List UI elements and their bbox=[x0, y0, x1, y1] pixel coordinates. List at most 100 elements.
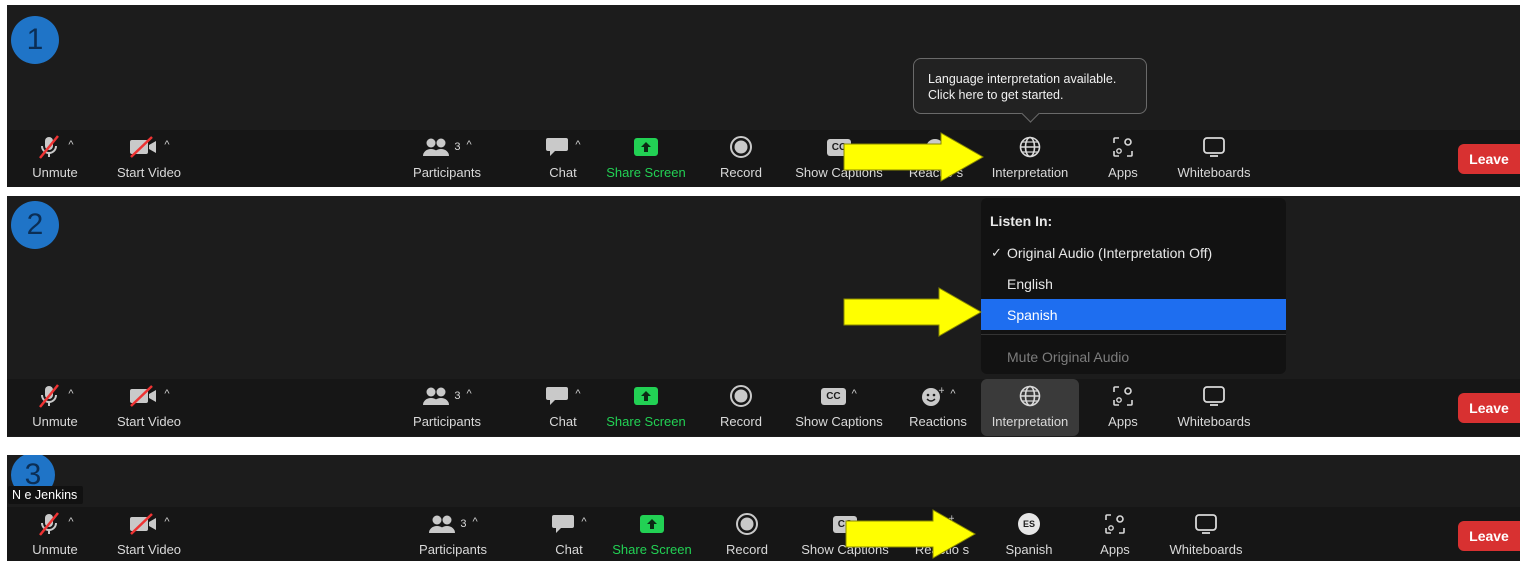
listen-in-header: Listen In: bbox=[990, 213, 1053, 229]
listen-in-menu: Listen In: ✓ Original Audio (Interpretat… bbox=[981, 198, 1286, 374]
apps-icon bbox=[1105, 514, 1125, 534]
leave-button[interactable]: Leave bbox=[1458, 521, 1520, 551]
whiteboards-button[interactable]: Whiteboards bbox=[1173, 379, 1255, 436]
apps-button[interactable]: Apps bbox=[1095, 507, 1135, 561]
start-video-label: Start Video bbox=[116, 165, 182, 180]
interpretation-label: Interpretation bbox=[991, 414, 1069, 429]
menu-divider bbox=[981, 334, 1286, 335]
chat-button[interactable]: ^ Chat bbox=[533, 379, 593, 436]
spanish-channel-button[interactable]: ES Spanish bbox=[999, 507, 1059, 561]
video-off-icon bbox=[130, 513, 157, 535]
record-icon bbox=[730, 136, 752, 158]
reactions-label: Reactions bbox=[909, 414, 967, 429]
chevron-up-icon[interactable]: ^ bbox=[164, 516, 169, 528]
record-button[interactable]: Record bbox=[715, 379, 767, 436]
unmute-button[interactable]: ^ Unmute bbox=[27, 379, 83, 436]
interpretation-label: Interpretation bbox=[991, 165, 1069, 180]
share-screen-label: Share Screen bbox=[606, 414, 686, 429]
chevron-up-icon[interactable]: ^ bbox=[575, 388, 580, 400]
step-3-panel: 3 N e Jenkins ^ Unmute ^ Start Video 3 ^… bbox=[7, 455, 1520, 561]
whiteboards-label: Whiteboards bbox=[1177, 165, 1251, 180]
interpretation-tooltip[interactable]: Language interpretation available. Click… bbox=[913, 58, 1147, 114]
share-screen-button[interactable]: Share Screen bbox=[609, 507, 695, 561]
record-button[interactable]: Record bbox=[721, 507, 773, 561]
menu-item-label: Mute Original Audio bbox=[1007, 348, 1130, 365]
interpretation-button[interactable]: Interpretation bbox=[981, 379, 1079, 436]
share-screen-button[interactable]: Share Screen bbox=[603, 130, 689, 187]
whiteboards-label: Whiteboards bbox=[1169, 542, 1243, 557]
chevron-up-icon[interactable]: ^ bbox=[164, 139, 169, 151]
reactions-button[interactable]: + ^ Reactions bbox=[905, 379, 971, 436]
chevron-up-icon[interactable]: ^ bbox=[466, 139, 471, 151]
tooltip-line-1: Language interpretation available. bbox=[928, 72, 1117, 86]
chat-icon bbox=[546, 387, 569, 405]
globe-icon bbox=[1019, 385, 1041, 407]
reactions-icon: + bbox=[922, 386, 944, 406]
chat-icon bbox=[546, 138, 569, 156]
leave-button[interactable]: Leave bbox=[1458, 144, 1520, 174]
apps-label: Apps bbox=[1100, 542, 1130, 557]
meeting-toolbar: ^ Unmute ^ Start Video 3 ^ Participants … bbox=[7, 507, 1520, 561]
meeting-toolbar: ^ Unmute ^ Start Video 3 ^ Participants … bbox=[7, 379, 1520, 436]
svg-text:+: + bbox=[938, 386, 944, 396]
check-icon: ✓ bbox=[991, 244, 1002, 260]
participants-button[interactable]: 3 ^ Participants bbox=[407, 130, 487, 187]
step-badge-1: 1 bbox=[11, 16, 59, 64]
menu-item-mute-original-audio[interactable]: Mute Original Audio bbox=[981, 341, 1286, 372]
interpretation-button[interactable]: Interpretation bbox=[985, 130, 1075, 187]
video-off-icon bbox=[130, 136, 157, 158]
chevron-up-icon[interactable]: ^ bbox=[581, 516, 586, 528]
video-off-icon bbox=[130, 385, 157, 407]
chevron-up-icon[interactable]: ^ bbox=[466, 388, 471, 400]
chat-label: Chat bbox=[555, 542, 583, 557]
chevron-up-icon[interactable]: ^ bbox=[68, 516, 73, 528]
show-captions-button[interactable]: CC ^ Show Captions bbox=[793, 379, 885, 436]
menu-item-original-audio[interactable]: ✓ Original Audio (Interpretation Off) bbox=[981, 237, 1286, 268]
unmute-button[interactable]: ^ Unmute bbox=[27, 130, 83, 187]
chevron-up-icon[interactable]: ^ bbox=[68, 388, 73, 400]
record-button[interactable]: Record bbox=[715, 130, 767, 187]
start-video-button[interactable]: ^ Start Video bbox=[113, 507, 185, 561]
chat-label: Chat bbox=[549, 414, 577, 429]
whiteboard-icon bbox=[1195, 514, 1217, 534]
start-video-button[interactable]: ^ Start Video bbox=[113, 379, 185, 436]
chat-button[interactable]: ^ Chat bbox=[539, 507, 599, 561]
chat-icon bbox=[552, 515, 575, 533]
unmute-label: Unmute bbox=[32, 414, 78, 429]
apps-icon bbox=[1113, 386, 1133, 406]
share-screen-label: Share Screen bbox=[612, 542, 692, 557]
apps-button[interactable]: Apps bbox=[1103, 379, 1143, 436]
chevron-up-icon[interactable]: ^ bbox=[68, 139, 73, 151]
step-1-panel: 1 Language interpretation available. Cli… bbox=[7, 5, 1520, 187]
start-video-button[interactable]: ^ Start Video bbox=[113, 130, 185, 187]
participants-button[interactable]: 3 ^ Participants bbox=[407, 379, 487, 436]
chevron-up-icon[interactable]: ^ bbox=[950, 388, 955, 400]
share-screen-button[interactable]: Share Screen bbox=[603, 379, 689, 436]
chevron-up-icon[interactable]: ^ bbox=[575, 139, 580, 151]
es-language-icon: ES bbox=[1018, 513, 1040, 535]
menu-item-english[interactable]: English bbox=[981, 268, 1286, 299]
pointer-arrow bbox=[843, 132, 985, 182]
chat-button[interactable]: ^ Chat bbox=[533, 130, 593, 187]
leave-button[interactable]: Leave bbox=[1458, 393, 1520, 423]
whiteboards-button[interactable]: Whiteboards bbox=[1165, 507, 1247, 561]
chevron-up-icon[interactable]: ^ bbox=[164, 388, 169, 400]
share-screen-icon bbox=[634, 138, 658, 156]
whiteboards-button[interactable]: Whiteboards bbox=[1173, 130, 1255, 187]
unmute-button[interactable]: ^ Unmute bbox=[27, 507, 83, 561]
menu-item-spanish[interactable]: Spanish bbox=[981, 299, 1286, 330]
participants-icon bbox=[423, 387, 450, 405]
participants-button[interactable]: 3 ^ Participants bbox=[413, 507, 493, 561]
muted-microphone-icon bbox=[39, 135, 60, 159]
participants-label: Participants bbox=[419, 542, 487, 557]
pointer-arrow bbox=[843, 287, 983, 337]
share-screen-icon bbox=[634, 387, 658, 405]
step-2-panel: 2 Listen In: ✓ Original Audio (Interpret… bbox=[7, 196, 1520, 437]
apps-button[interactable]: Apps bbox=[1103, 130, 1143, 187]
chevron-up-icon[interactable]: ^ bbox=[852, 388, 857, 400]
participants-icon bbox=[423, 138, 450, 156]
whiteboard-icon bbox=[1203, 137, 1225, 157]
spanish-label: Spanish bbox=[1005, 542, 1053, 557]
participant-name-tag: N e Jenkins bbox=[8, 486, 84, 504]
chevron-up-icon[interactable]: ^ bbox=[472, 516, 477, 528]
